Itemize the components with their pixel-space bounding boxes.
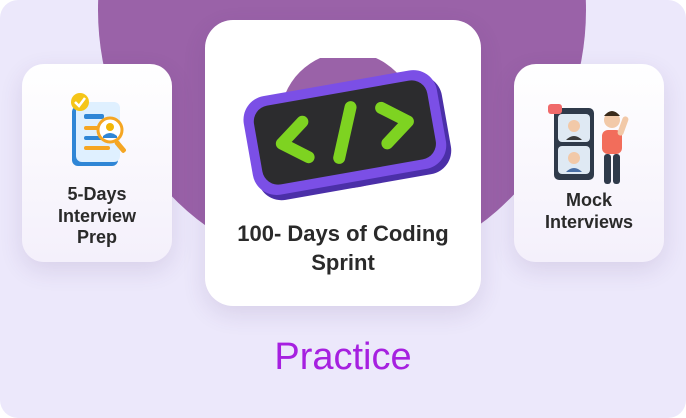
video-call-icon — [548, 102, 638, 192]
card-label-interview-prep: 5-Days Interview Prep — [57, 184, 137, 248]
card-mock-interviews[interactable]: Mock Interviews — [514, 64, 664, 262]
section-title: Practice — [274, 336, 412, 378]
code-icon — [243, 52, 453, 228]
card-coding-sprint[interactable]: 100- Days of Coding Sprint — [205, 20, 481, 306]
card-label-coding-sprint: 100- Days of Coding Sprint — [237, 221, 449, 275]
resume-icon — [66, 92, 136, 174]
card-interview-prep[interactable]: 5-Days Interview Prep — [22, 64, 172, 262]
card-label-mock-interviews: Mock Interviews — [544, 190, 634, 232]
practice-panel: 5-Days Interview Prep 100- Days of Codin… — [0, 0, 686, 418]
